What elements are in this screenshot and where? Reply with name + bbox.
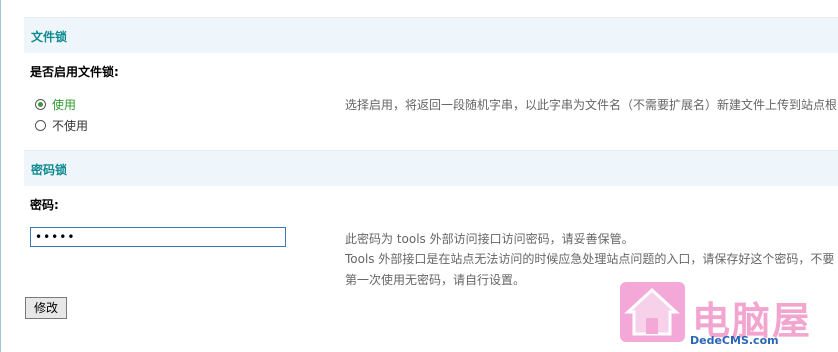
password-input[interactable]: ••••• [30, 227, 286, 247]
password-lock-section-header: 密码锁 [24, 150, 838, 186]
radio-checked-icon[interactable] [35, 98, 46, 110]
file-lock-label: 是否启用文件锁: [30, 65, 119, 79]
password-label: 密码: [30, 198, 59, 212]
watermark-logo: 电脑屋 DedeCMS.com [620, 282, 838, 352]
radio-use-label[interactable]: 使用 [52, 96, 76, 113]
radio-not-use-label[interactable]: 不使用 [52, 117, 88, 134]
file-lock-title: 文件锁 [31, 30, 68, 44]
password-hint-2: Tools 外部接口是在站点无法访问的时候应急处理站点问题的入口，请保存好这个密… [345, 252, 835, 266]
radio-unchecked-icon[interactable] [35, 119, 46, 131]
password-lock-title: 密码锁 [31, 163, 68, 177]
house-logo-icon [620, 282, 685, 342]
password-hint-3: 第一次使用无密码，请自行设置。 [345, 273, 526, 287]
submit-button[interactable]: 修改 [25, 297, 67, 319]
radio-use[interactable]: 使用 [35, 96, 76, 112]
radio-not-use[interactable]: 不使用 [35, 117, 88, 133]
top-strip [0, 0, 838, 10]
file-lock-section-header: 文件锁 [24, 17, 838, 53]
left-border [0, 0, 1, 352]
password-hint-1: 此密码为 tools 外部访问接口访问密码，请妥善保管。 [345, 232, 634, 246]
watermark-url: DedeCMS.com [690, 334, 779, 347]
file-lock-hint: 选择启用，将返回一段随机字串，以此字串为文件名（不需要扩展名）新建文件上传到站点… [345, 98, 838, 112]
